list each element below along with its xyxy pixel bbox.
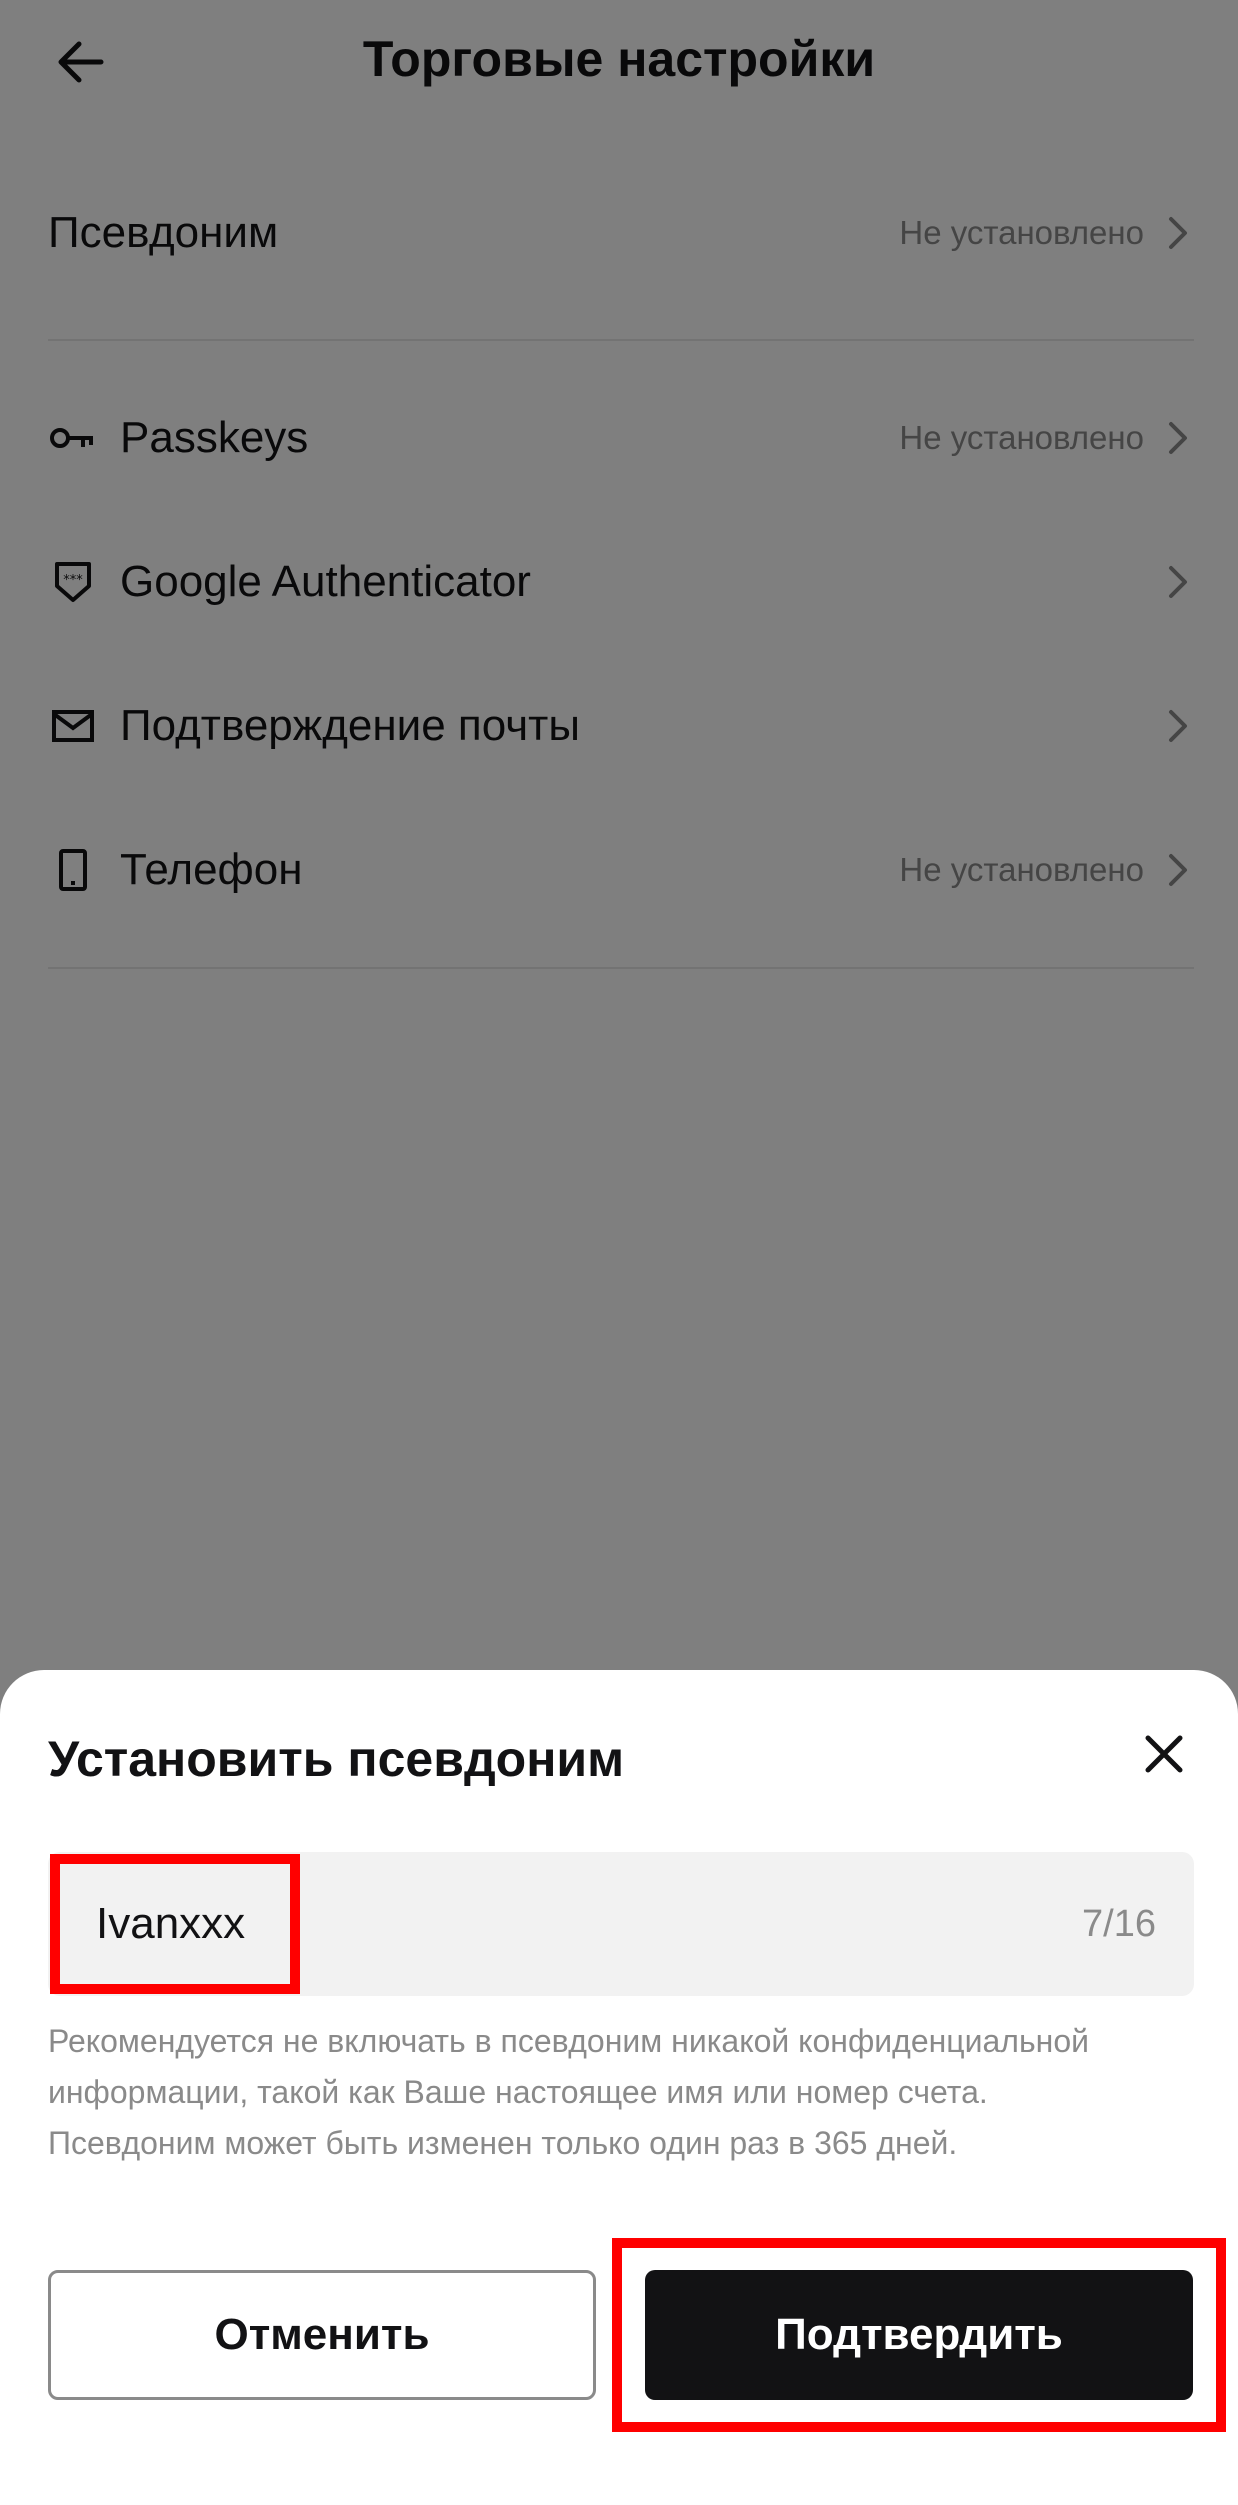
close-icon bbox=[1145, 1735, 1183, 1773]
hint-line: Рекомендуется не включать в псевдоним ни… bbox=[48, 2023, 1089, 2059]
char-counter: 7/16 bbox=[1082, 1903, 1156, 1945]
nickname-hint: Рекомендуется не включать в псевдоним ни… bbox=[48, 2016, 1194, 2169]
sheet-title: Установить псевдоним bbox=[48, 1731, 625, 1787]
set-nickname-sheet: Установить псевдоним Ivanxxx 7/16 Рекоме… bbox=[0, 1670, 1238, 2505]
cancel-button[interactable]: Отменить bbox=[48, 2270, 596, 2400]
confirm-highlight-box bbox=[612, 2238, 1226, 2432]
hint-line: информации, такой как Ваше настоящее имя… bbox=[48, 2074, 988, 2110]
hint-line: Псевдоним может быть изменен только один… bbox=[48, 2125, 958, 2161]
input-highlight-box bbox=[50, 1854, 300, 1994]
close-button[interactable] bbox=[1130, 1720, 1198, 1788]
